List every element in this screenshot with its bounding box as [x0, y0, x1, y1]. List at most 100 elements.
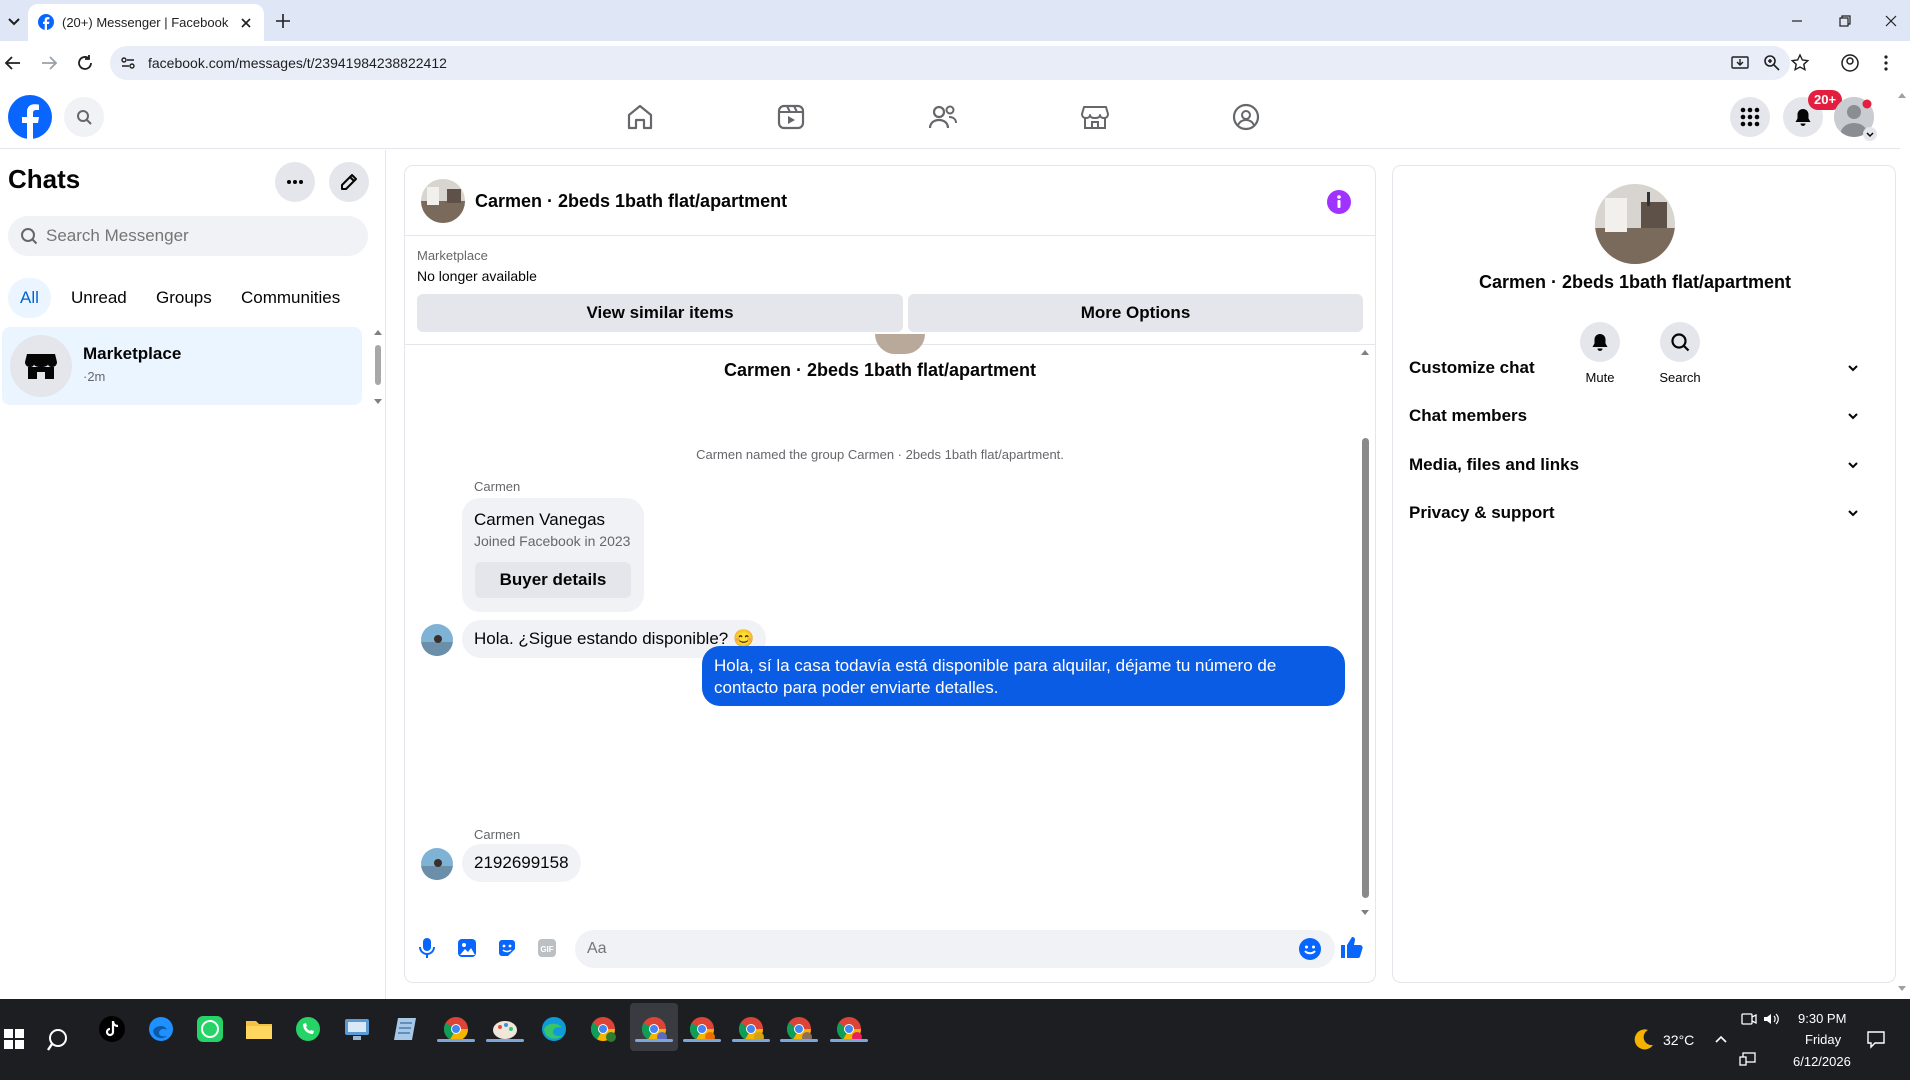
chat-time: ·2m — [83, 369, 106, 384]
taskbar-search-icon[interactable] — [46, 1027, 78, 1059]
chat-options-button[interactable] — [275, 162, 315, 202]
browser-tab-messenger[interactable]: (20+) Messenger | Facebook — [28, 4, 264, 41]
chat-members-section[interactable]: Chat members — [1409, 394, 1867, 438]
listing-photo-avatar[interactable] — [1595, 184, 1675, 264]
notes-app-icon[interactable] — [390, 1013, 422, 1045]
chat-list-item-marketplace[interactable]: Marketplace ·2m — [2, 327, 362, 405]
buyer-details-button[interactable]: Buyer details — [475, 562, 631, 598]
group-avatar — [875, 334, 925, 354]
new-tab-plus-icon[interactable] — [272, 10, 294, 32]
privacy-support-section[interactable]: Privacy & support — [1409, 491, 1867, 535]
thumbs-up-like-icon[interactable] — [1338, 934, 1364, 960]
message-list-scrollbar[interactable] — [1359, 348, 1371, 918]
chevron-down-icon — [1848, 365, 1858, 372]
bookmark-star-icon[interactable] — [1790, 53, 1810, 73]
message-input-box[interactable] — [575, 930, 1335, 968]
notification-center-icon[interactable] — [1866, 1029, 1886, 1049]
camera-tray-icon[interactable] — [1740, 1011, 1758, 1027]
compose-icon — [341, 174, 357, 190]
clock-time[interactable]: 9:30 PM — [1798, 1011, 1846, 1026]
marketplace-store-icon — [25, 354, 57, 379]
home-icon[interactable] — [624, 101, 656, 133]
chat-list-scrollbar[interactable] — [372, 329, 384, 405]
weather-moon-icon[interactable] — [1630, 1026, 1656, 1052]
listing-source-label: Marketplace — [417, 248, 488, 263]
window-close-icon[interactable] — [1880, 10, 1902, 32]
new-message-button[interactable] — [329, 162, 369, 202]
window-restore-icon[interactable] — [1834, 10, 1856, 32]
grid-icon — [1740, 107, 1760, 127]
buyer-profile-card: Carmen Vanegas Joined Facebook in 2023 B… — [462, 498, 644, 612]
facebook-search-button[interactable] — [64, 97, 104, 137]
messenger-search[interactable] — [8, 216, 368, 256]
gif-icon[interactable]: GIF — [535, 936, 559, 960]
filter-all[interactable]: All — [8, 278, 51, 318]
chats-title: Chats — [8, 164, 81, 194]
clock-day[interactable]: Friday — [1805, 1032, 1841, 1047]
whatsapp-business-app-icon[interactable] — [194, 1013, 226, 1045]
sender-avatar[interactable] — [421, 848, 453, 880]
section-label: Media, files and links — [1409, 455, 1580, 474]
search-icon — [21, 228, 38, 245]
facebook-top-bar: 20+ — [0, 85, 1900, 149]
remote-desktop-icon[interactable] — [341, 1013, 373, 1045]
address-bar[interactable]: facebook.com/messages/t/2394198423882241… — [110, 46, 1810, 80]
network-icon[interactable] — [1739, 1051, 1757, 1067]
menu-grid-button[interactable] — [1730, 97, 1770, 137]
photo-icon[interactable] — [455, 936, 479, 960]
filter-groups[interactable]: Groups — [144, 278, 224, 318]
incoming-message[interactable]: 2192699158 — [462, 844, 581, 882]
gaming-icon[interactable] — [1230, 101, 1262, 133]
site-info-icon[interactable] — [119, 54, 137, 72]
reload-icon[interactable] — [74, 52, 96, 74]
media-files-links-section[interactable]: Media, files and links — [1409, 443, 1867, 487]
window-minimize-icon[interactable] — [1786, 10, 1808, 32]
marketplace-icon[interactable] — [1079, 101, 1111, 133]
page-scroll-up-icon[interactable] — [1896, 90, 1908, 102]
tab-search-chevron-icon[interactable] — [4, 11, 24, 31]
page-scroll-down-icon[interactable] — [1896, 982, 1908, 994]
filter-communities[interactable]: Communities — [229, 278, 352, 318]
friends-icon[interactable] — [927, 101, 959, 133]
weather-temperature[interactable]: 32°C — [1663, 1032, 1694, 1048]
edge-app-icon[interactable] — [145, 1013, 177, 1045]
back-arrow-icon[interactable] — [2, 52, 24, 74]
conversation-title[interactable]: Carmen · 2beds 1bath flat/apartment — [475, 191, 787, 212]
running-app-indicator — [486, 1039, 524, 1042]
show-hidden-icons-chevron-icon[interactable] — [1713, 1033, 1729, 1045]
browser-menu-icon[interactable] — [1876, 53, 1896, 73]
filter-unread[interactable]: Unread — [59, 278, 139, 318]
running-app-indicator — [635, 1039, 673, 1042]
forward-arrow-icon[interactable] — [38, 52, 60, 74]
more-options-button[interactable]: More Options — [908, 294, 1363, 332]
edge-browser-icon[interactable] — [538, 1013, 570, 1045]
outgoing-message[interactable]: Hola, sí la casa todavía está disponible… — [702, 646, 1345, 706]
zoom-icon[interactable] — [1762, 53, 1782, 73]
view-similar-items-button[interactable]: View similar items — [417, 294, 903, 332]
group-name-heading: Carmen · 2beds 1bath flat/apartment — [723, 360, 1037, 380]
sticker-icon[interactable] — [495, 936, 519, 960]
volume-icon[interactable] — [1762, 1011, 1780, 1027]
tiktok-app-icon[interactable] — [96, 1013, 128, 1045]
windows-start-icon[interactable] — [0, 1025, 32, 1057]
conversation-info-icon[interactable] — [1327, 190, 1351, 214]
tab-close-icon[interactable] — [236, 13, 256, 33]
whatsapp-app-icon[interactable] — [292, 1013, 324, 1045]
search-messenger-input[interactable] — [46, 216, 356, 256]
clock-date[interactable]: 6/12/2026 — [1793, 1054, 1851, 1069]
file-explorer-icon[interactable] — [243, 1013, 275, 1045]
message-input[interactable] — [587, 930, 1267, 968]
install-app-icon[interactable] — [1730, 53, 1750, 73]
conversation-avatar[interactable] — [421, 179, 465, 223]
facebook-logo-icon[interactable] — [8, 95, 52, 139]
marketplace-avatar — [10, 335, 72, 397]
message-list: Carmen · 2beds 1bath flat/apartment Carm… — [405, 334, 1365, 916]
customize-chat-section[interactable]: Customize chat — [1409, 346, 1867, 390]
video-icon[interactable] — [775, 101, 807, 133]
microphone-icon[interactable] — [415, 936, 439, 960]
chrome-profile-2-icon[interactable] — [587, 1013, 619, 1045]
sender-avatar[interactable] — [421, 624, 453, 656]
emoji-icon[interactable] — [1298, 937, 1322, 961]
running-app-indicator — [683, 1039, 721, 1042]
profile-icon[interactable] — [1840, 53, 1860, 73]
